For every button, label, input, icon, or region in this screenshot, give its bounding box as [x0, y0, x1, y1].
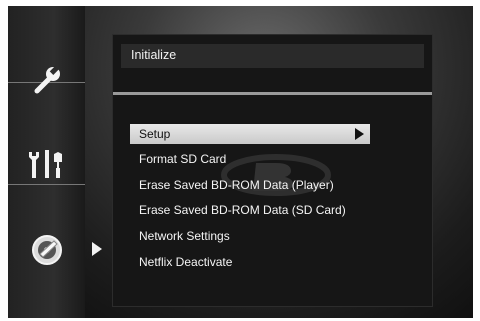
selected-category-pointer-icon: [92, 242, 102, 256]
menu-item-label: Format SD Card: [139, 152, 227, 166]
menu-item-label: Erase Saved BD-ROM Data (SD Card): [139, 203, 346, 218]
sidebar-item-wrench[interactable]: [8, 48, 85, 110]
disc-settings-icon: [31, 234, 63, 266]
menu-item-label: Setup: [139, 127, 171, 141]
menu-item-setup[interactable]: Setup: [130, 124, 370, 144]
wrench-icon: [30, 62, 64, 96]
menu-item-label: Netflix Deactivate: [139, 254, 233, 269]
menu-list: Setup Format SD Card Erase Saved BD-ROM …: [130, 124, 370, 275]
settings-screen: Initialize Setup Format SD Card Erase Sa…: [8, 6, 473, 318]
menu-item-label: Network Settings: [139, 229, 230, 244]
menu-item-network-settings[interactable]: Network Settings: [130, 224, 370, 250]
submenu-arrow-icon: [355, 128, 364, 140]
sidebar-item-disc-settings[interactable]: [8, 219, 85, 281]
sidebar-item-tools[interactable]: [8, 134, 85, 196]
sidebar: [8, 6, 85, 318]
tools-icon: [24, 148, 70, 182]
menu-item-erase-bd-rom-sd-card[interactable]: Erase Saved BD-ROM Data (SD Card): [130, 198, 370, 224]
menu-item-format-sd-card[interactable]: Format SD Card: [130, 147, 370, 173]
menu-item-erase-bd-rom-player[interactable]: Erase Saved BD-ROM Data (Player): [130, 173, 370, 199]
panel-header: Initialize: [121, 44, 424, 68]
menu-item-label: Erase Saved BD-ROM Data (Player): [139, 177, 334, 192]
menu-item-netflix-deactivate[interactable]: Netflix Deactivate: [130, 250, 370, 276]
header-separator: [113, 92, 432, 95]
page-title: Initialize: [131, 48, 177, 62]
initialize-panel: Initialize Setup Format SD Card Erase Sa…: [112, 34, 433, 307]
